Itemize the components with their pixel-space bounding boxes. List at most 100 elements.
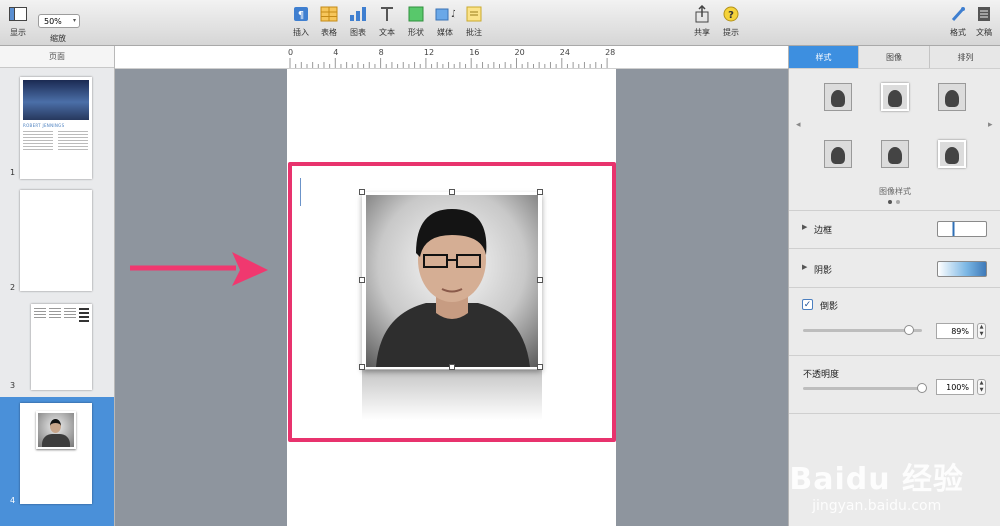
opacity-label: 不透明度 [803, 370, 840, 380]
bar-chart-icon [348, 4, 368, 24]
comment-button[interactable]: 批注 [456, 4, 492, 38]
chevron-left-icon[interactable]: ◂ [796, 120, 801, 130]
sidebar-header: 页面 [0, 46, 114, 68]
tab-image[interactable]: 图像 [859, 46, 930, 68]
comment-label: 批注 [466, 28, 482, 37]
text-block [79, 308, 89, 324]
text-block [58, 131, 88, 151]
arrow-annotation-icon [130, 252, 268, 286]
ruler-tick-label: 20 [514, 48, 525, 57]
page-thumbnail-1[interactable]: ROBERT JENNINGS [20, 77, 92, 179]
opacity-stepper[interactable]: ▲ ▼ [977, 379, 986, 395]
border-style-picker[interactable] [937, 221, 987, 237]
page-thumbnail-4[interactable] [20, 403, 92, 504]
svg-text:♫: ♫ [450, 9, 455, 20]
ruler-tick-label: 0 [288, 48, 294, 57]
shape-label: 形状 [408, 28, 424, 37]
format-label: 格式 [950, 28, 966, 37]
reflection-slider-knob[interactable] [903, 325, 914, 335]
shadow-label: 阴影 [814, 266, 833, 276]
image-style-swatch[interactable] [881, 140, 909, 168]
opacity-slider[interactable] [803, 387, 922, 390]
chart-label: 图表 [350, 28, 366, 37]
page-number-3: 3 [10, 381, 16, 390]
toolbar: 显示 50% ▾ 缩放 ¶ 插入 表格 图表 文本 形状 ♫ 媒体 批注 共享 … [0, 0, 1000, 46]
opacity-slider-knob[interactable] [917, 383, 927, 393]
page-dot[interactable] [896, 200, 900, 204]
document-button[interactable]: 文稿 [966, 4, 1000, 38]
highlight-frame [288, 162, 616, 442]
media-icon: ♫ [435, 4, 455, 24]
document-label: 文稿 [976, 28, 992, 37]
horizontal-ruler: 0 4 8 12 16 20 24 28 [115, 46, 788, 69]
ruler-tick-label: 8 [378, 48, 384, 57]
question-icon: ? [721, 4, 741, 24]
comment-icon [464, 4, 484, 24]
shape-icon [406, 4, 426, 24]
text-block [23, 131, 53, 151]
image-styles-label: 图像样式 [879, 187, 911, 196]
page-sidebar: 页面 ROBERT JENNINGS 1 2 3 4 [0, 46, 115, 526]
ruler-ticks [289, 58, 608, 68]
ruler-tick-label: 28 [605, 48, 616, 57]
paintbrush-icon [948, 4, 968, 24]
svg-text:?: ? [728, 10, 734, 21]
document-icon [974, 4, 994, 24]
reflection-value-field[interactable]: 89% [936, 323, 974, 339]
image-style-swatch[interactable] [938, 140, 966, 168]
share-label: 共享 [694, 28, 710, 37]
text-block [49, 308, 61, 318]
tips-button[interactable]: ? 提示 [713, 4, 749, 38]
view-label: 显示 [10, 28, 26, 37]
page-number-1: 1 [10, 168, 16, 177]
svg-text:¶: ¶ [298, 10, 304, 21]
tips-label: 提示 [723, 28, 739, 37]
portrait-image [36, 411, 76, 449]
table-label: 表格 [321, 28, 337, 37]
chevron-right-icon[interactable]: ▸ [988, 120, 993, 130]
ruler-tick-label: 4 [333, 48, 339, 57]
page-thumbnail-3[interactable] [31, 304, 92, 390]
watermark-url: jingyan.baidu.com [812, 498, 942, 514]
ruler-tick-label: 16 [469, 48, 480, 57]
share-icon [692, 4, 712, 24]
view-button[interactable]: 显示 [0, 4, 36, 38]
table-icon [319, 4, 339, 24]
page-dot-active[interactable] [888, 200, 892, 204]
border-label: 边框 [814, 226, 833, 236]
landscape-image [23, 80, 89, 120]
page-number-2: 2 [10, 283, 16, 292]
reflection-stepper[interactable]: ▲ ▼ [977, 323, 986, 339]
shadow-style-picker[interactable] [937, 261, 987, 277]
text-block [64, 308, 76, 318]
page-1-title: ROBERT JENNINGS [23, 123, 65, 128]
zoom-select[interactable]: 50% ▾ [38, 14, 80, 28]
ruler-tick-label: 24 [559, 48, 570, 57]
disclosure-triangle-icon[interactable]: ▶ [802, 263, 807, 271]
tab-arrange[interactable]: 排列 [930, 46, 1000, 68]
image-style-swatch[interactable] [824, 83, 852, 111]
text-block [34, 308, 46, 318]
opacity-value-field[interactable]: 100% [936, 379, 974, 395]
baidu-watermark: Baidu 经验 jingyan.baidu.com [789, 454, 964, 514]
media-label: 媒体 [437, 28, 453, 37]
image-style-swatch[interactable] [881, 83, 909, 111]
page-number-4: 4 [10, 496, 16, 505]
tab-style[interactable]: 样式 [789, 46, 859, 68]
zoom-label: 缩放 [50, 34, 66, 43]
disclosure-triangle-icon[interactable]: ▶ [802, 223, 807, 231]
ruler-tick-label: 12 [423, 48, 435, 57]
sidebar-view-icon [8, 4, 28, 24]
paragraph-icon: ¶ [291, 4, 311, 24]
image-style-swatch[interactable] [824, 140, 852, 168]
watermark-brand: Baidu 经验 [789, 462, 964, 497]
zoom-value: 50% [44, 16, 62, 26]
text-label: 文本 [379, 28, 395, 37]
insert-label: 插入 [293, 28, 309, 37]
image-style-swatch[interactable] [938, 83, 966, 111]
reflection-checkbox[interactable]: ✓ [802, 299, 813, 310]
reflection-label: 倒影 [820, 302, 839, 312]
page-thumbnail-2[interactable] [20, 190, 92, 291]
text-icon [377, 4, 397, 24]
chevron-down-icon: ▾ [72, 17, 76, 24]
